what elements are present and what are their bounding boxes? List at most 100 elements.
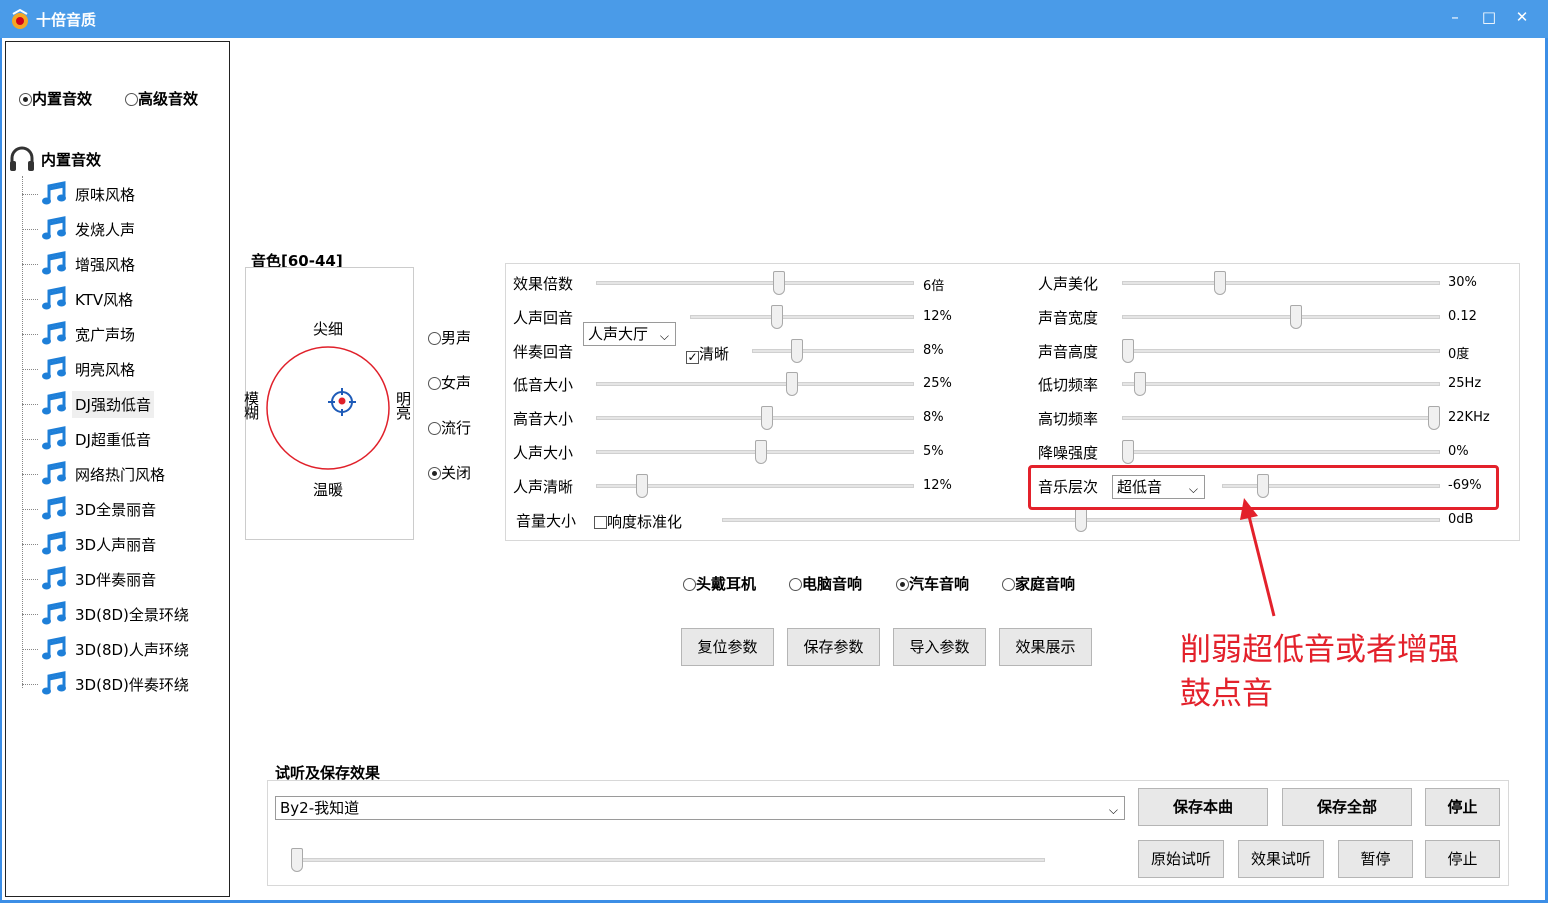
save-all-button[interactable]: 保存全部 [1282, 788, 1412, 826]
checkbox-box[interactable]: ✓ [686, 351, 699, 364]
slider-thumb-vocal-clarity[interactable] [635, 474, 648, 498]
radio-indicator[interactable] [1002, 578, 1015, 591]
clarity-checkbox[interactable]: ✓清晰 [686, 343, 729, 364]
tree-item[interactable]: DJ超重低音 [22, 424, 154, 454]
tree-item[interactable]: 网络热门风格 [22, 459, 168, 489]
slider-thumb-vocal-echo[interactable] [770, 305, 783, 329]
reset-params-button[interactable]: 复位参数 [681, 628, 774, 666]
param-value-treble: 8% [923, 410, 944, 425]
slider-track-treble[interactable] [596, 416, 914, 420]
output-mode-radio[interactable]: 头戴耳机 [683, 573, 756, 594]
slider-thumb-sound-width[interactable] [1290, 305, 1303, 329]
param-value-effect-multiple: 6倍 [923, 279, 945, 294]
output-mode-radio[interactable]: 汽车音响 [896, 573, 969, 594]
tree-item[interactable]: KTV风格 [22, 284, 136, 314]
radio-indicator[interactable] [125, 93, 138, 106]
slider-thumb-volume[interactable] [1075, 508, 1087, 532]
tree-item[interactable]: 3D(8D)人声环绕 [22, 634, 192, 664]
tree-item[interactable]: 发烧人声 [22, 214, 138, 244]
slider-track-vocal-beauty[interactable] [1122, 281, 1440, 285]
radio-indicator[interactable] [683, 578, 696, 591]
vocal-echo-combo[interactable]: 人声大厅 ⌵ [583, 322, 676, 346]
slider-track-bass[interactable] [596, 382, 914, 386]
slider-track-low-cut[interactable] [1122, 382, 1440, 386]
song-select[interactable]: By2-我知道 ⌵ [275, 796, 1125, 820]
save-params-button[interactable]: 保存参数 [787, 628, 880, 666]
slider-thumb-bass[interactable] [785, 372, 798, 396]
pause-button[interactable]: 暂停 [1338, 840, 1413, 878]
tree-item[interactable]: 3D伴奏丽音 [22, 564, 159, 594]
tree-item[interactable]: DJ强劲低音 [22, 389, 154, 419]
loudness-normalize-checkbox[interactable]: 响度标准化 [594, 511, 682, 532]
maximize-button[interactable]: □ [1474, 5, 1504, 31]
playback-progress-thumb[interactable] [291, 848, 303, 872]
voice-option-radio[interactable]: 男声 [428, 327, 471, 348]
slider-thumb-treble[interactable] [761, 406, 774, 430]
tree-item[interactable]: 宽广声场 [22, 319, 138, 349]
slider-track-accomp-echo[interactable] [752, 349, 914, 353]
tree-root-label[interactable]: 内置音效 [41, 149, 101, 170]
slider-thumb-noise-reduction[interactable] [1122, 440, 1134, 464]
radio-indicator[interactable] [19, 93, 32, 106]
music-note-icon [42, 391, 66, 415]
slider-track-noise-reduction[interactable] [1122, 450, 1440, 454]
voice-option-label: 男声 [441, 329, 472, 347]
tree-item[interactable]: 3D全景丽音 [22, 494, 159, 524]
voice-option-radio[interactable]: 关闭 [428, 462, 471, 483]
slider-thumb-effect-multiple[interactable] [773, 271, 786, 295]
playback-progress-track[interactable] [291, 858, 1045, 862]
tree-item-label: 发烧人声 [75, 220, 136, 239]
tree-item[interactable]: 明亮风格 [22, 354, 138, 384]
import-params-button[interactable]: 导入参数 [893, 628, 986, 666]
original-preview-button[interactable]: 原始试听 [1138, 840, 1224, 878]
radio-indicator[interactable] [428, 467, 441, 480]
music-note-icon [42, 216, 66, 240]
tree-connector [22, 333, 38, 335]
tree-item[interactable]: 3D人声丽音 [22, 529, 159, 559]
param-value-bass: 25% [923, 376, 952, 391]
vocal-echo-combo-value: 人声大厅 [588, 325, 649, 343]
stop-save-button[interactable]: 停止 [1425, 788, 1500, 826]
voice-option-radio[interactable]: 女声 [428, 372, 471, 393]
tree-connector [22, 403, 38, 405]
radio-indicator[interactable] [428, 332, 441, 345]
slider-track-sound-height[interactable] [1122, 349, 1440, 353]
slider-track-high-cut[interactable] [1122, 416, 1440, 420]
slider-thumb-low-cut[interactable] [1134, 372, 1147, 396]
param-value-sound-height: 0度 [1448, 347, 1470, 362]
effect-demo-button[interactable]: 效果展示 [999, 628, 1092, 666]
slider-thumb-vocal-volume[interactable] [755, 440, 768, 464]
output-mode-radio[interactable]: 家庭音响 [1002, 573, 1075, 594]
tree-item[interactable]: 原味风格 [22, 179, 138, 209]
slider-thumb-high-cut[interactable] [1428, 406, 1440, 430]
slider-track-effect-multiple[interactable] [596, 281, 914, 285]
radio-indicator[interactable] [896, 578, 909, 591]
slider-track-vocal-echo[interactable] [690, 315, 914, 319]
close-button[interactable]: ✕ [1507, 5, 1537, 31]
tree-item-label: 宽广声场 [75, 325, 136, 344]
mode-advanced-radio[interactable]: 高级音效 [125, 88, 198, 109]
checkbox-box[interactable] [594, 516, 607, 529]
radio-indicator[interactable] [428, 377, 441, 390]
minimize-button[interactable]: – [1440, 5, 1470, 31]
save-song-button[interactable]: 保存本曲 [1138, 788, 1268, 826]
slider-thumb-accomp-echo[interactable] [791, 339, 803, 363]
slider-thumb-sound-height[interactable] [1122, 339, 1134, 363]
stop-preview-button[interactable]: 停止 [1425, 840, 1500, 878]
crosshair-target-icon[interactable] [327, 387, 357, 417]
title-bar [0, 0, 1548, 38]
tree-item-label: KTV风格 [75, 290, 134, 309]
voice-option-radio[interactable]: 流行 [428, 417, 471, 438]
slider-thumb-vocal-beauty[interactable] [1213, 271, 1226, 295]
radio-indicator[interactable] [789, 578, 802, 591]
mode-builtin-radio[interactable]: 内置音效 [19, 88, 92, 109]
output-mode-radio[interactable]: 电脑音响 [789, 573, 862, 594]
tree-item[interactable]: 3D(8D)全景环绕 [22, 599, 192, 629]
music-note-icon [42, 636, 66, 660]
radio-indicator[interactable] [428, 422, 441, 435]
tree-item[interactable]: 3D(8D)伴奏环绕 [22, 669, 192, 699]
tree-item[interactable]: 增强风格 [22, 249, 138, 279]
slider-track-sound-width[interactable] [1122, 315, 1440, 319]
effect-preview-button[interactable]: 效果试听 [1238, 840, 1324, 878]
annotation-arrow [1240, 498, 1276, 617]
